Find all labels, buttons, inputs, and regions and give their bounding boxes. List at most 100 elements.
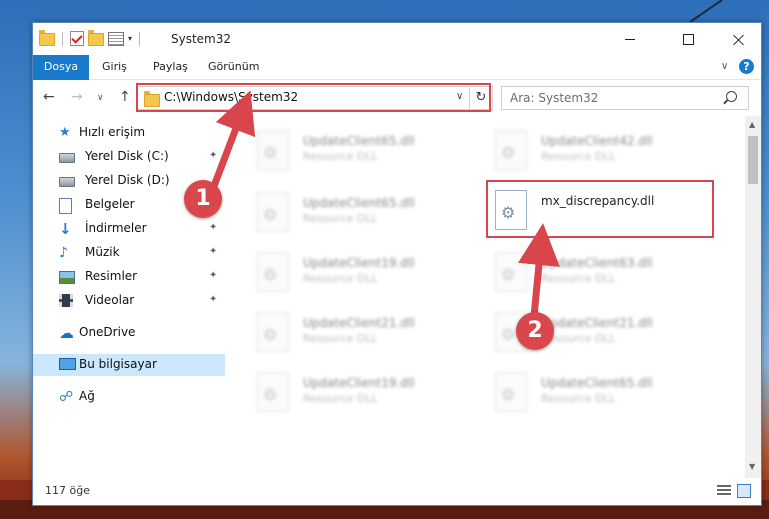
pin-icon[interactable]: ✦ (209, 270, 217, 281)
file-type: Resource DLL (303, 332, 378, 345)
item-count: 117 öğe (45, 484, 90, 497)
file-item[interactable]: UpdateClient65.dll Resource DLL (467, 368, 687, 420)
dll-file-icon (495, 372, 527, 412)
dll-file-icon (257, 252, 289, 292)
download-icon: ↓ (59, 220, 72, 238)
sidebar-item-downloads[interactable]: ↓ İndirmeler ✦ (33, 218, 225, 240)
customize-toolbar-icon[interactable]: ▾ (128, 34, 132, 43)
window-title: System32 (171, 32, 232, 46)
sidebar-item-network[interactable]: ☍ Ağ (33, 386, 225, 408)
file-type: Resource DLL (303, 150, 378, 163)
sidebar-item-videos[interactable]: Videolar ✦ (33, 290, 225, 312)
minimize-button[interactable] (607, 23, 653, 55)
file-type: Resource DLL (541, 150, 616, 163)
sidebar-item-label: Müzik (85, 245, 120, 259)
search-placeholder: Ara: System32 (510, 91, 599, 105)
file-name: UpdateClient19.dll (303, 376, 415, 390)
sidebar-item-label: Belgeler (85, 197, 135, 211)
scrollbar-thumb[interactable] (748, 136, 758, 184)
pin-icon[interactable]: ✦ (209, 294, 217, 305)
network-icon: ☍ (59, 389, 74, 405)
file-name: UpdateClient65.dll (541, 376, 653, 390)
quick-access-toolbar: ▾ (39, 30, 143, 46)
sidebar-item-label: Videolar (85, 293, 135, 307)
star-icon: ★ (59, 125, 71, 140)
disk-icon (59, 177, 75, 187)
tab-home[interactable]: Giriş (102, 55, 127, 79)
status-bar: 117 öğe (33, 478, 761, 505)
recent-locations-icon[interactable]: ∨ (97, 93, 104, 103)
file-type: Resource DLL (303, 212, 378, 225)
sidebar-item-onedrive[interactable]: ☁ OneDrive (33, 322, 225, 344)
sidebar-item-music[interactable]: ♪ Müzik ✦ (33, 242, 225, 264)
file-name: UpdateClient42.dll (541, 134, 653, 148)
file-highlight-box (486, 180, 714, 238)
step-2-badge: 2 (516, 312, 554, 350)
maximize-button[interactable] (665, 23, 711, 55)
dll-file-icon (257, 130, 289, 170)
file-type: Resource DLL (303, 392, 378, 405)
file-list: UpdateClient65.dll Resource DLL UpdateCl… (225, 116, 745, 478)
large-icons-view-icon[interactable] (737, 484, 751, 498)
document-icon (59, 198, 72, 214)
tab-share[interactable]: Paylaş (153, 55, 188, 79)
sidebar-item-label: Resimler (85, 269, 138, 283)
maximize-icon (682, 33, 694, 45)
file-item[interactable]: UpdateClient63.dll Resource DLL (467, 248, 687, 300)
file-item[interactable]: UpdateClient65.dll Resource DLL (229, 188, 449, 240)
file-name: UpdateClient63.dll (541, 256, 653, 270)
file-type: Resource DLL (303, 272, 378, 285)
back-arrow-icon[interactable]: ← (43, 89, 55, 105)
expand-ribbon-icon[interactable]: ∨ (721, 61, 728, 72)
dll-file-icon (495, 130, 527, 170)
properties-check-icon[interactable] (70, 31, 84, 46)
computer-icon (59, 358, 76, 370)
file-item[interactable]: UpdateClient42.dll Resource DLL (467, 126, 687, 178)
new-folder-icon[interactable] (88, 30, 104, 46)
search-input[interactable]: Ara: System32 (501, 86, 749, 110)
sidebar-item-label: Hızlı erişim (79, 125, 146, 139)
minimize-icon (625, 38, 635, 40)
pin-icon[interactable]: ✦ (209, 150, 217, 161)
sidebar-item-local-disk-c[interactable]: Yerel Disk (C:) ✦ (33, 146, 225, 168)
forward-arrow-icon[interactable]: → (71, 89, 83, 105)
sidebar-item-this-pc[interactable]: Bu bilgisayar (33, 354, 225, 376)
vertical-scrollbar[interactable]: ▲ ▼ (745, 116, 761, 478)
dll-file-icon (257, 312, 289, 352)
details-view-icon[interactable] (717, 485, 731, 497)
file-item[interactable]: UpdateClient65.dll Resource DLL (229, 126, 449, 178)
close-icon (733, 34, 744, 45)
file-type: Resource DLL (541, 392, 616, 405)
disk-icon (59, 153, 75, 163)
pictures-icon (59, 271, 75, 284)
scroll-down-icon[interactable]: ▼ (749, 462, 755, 471)
sidebar-item-label: Yerel Disk (C:) (85, 149, 169, 163)
tab-view[interactable]: Görünüm (208, 55, 259, 79)
videos-icon (59, 294, 73, 307)
cloud-icon: ☁ (59, 324, 74, 342)
file-name: UpdateClient19.dll (303, 256, 415, 270)
scroll-up-icon[interactable]: ▲ (749, 120, 755, 129)
view-options-icon[interactable] (108, 31, 124, 46)
file-type: Resource DLL (541, 272, 616, 285)
file-item[interactable]: UpdateClient19.dll Resource DLL (229, 248, 449, 300)
help-icon[interactable]: ? (739, 59, 754, 74)
file-item[interactable]: UpdateClient19.dll Resource DLL (229, 368, 449, 420)
dll-file-icon (257, 372, 289, 412)
sidebar-item-label: İndirmeler (85, 221, 147, 235)
sidebar-item-pictures[interactable]: Resimler ✦ (33, 266, 225, 288)
sidebar-item-quick-access[interactable]: ★ Hızlı erişim (33, 122, 225, 144)
close-button[interactable] (715, 23, 761, 55)
pin-icon[interactable]: ✦ (209, 246, 217, 257)
up-arrow-icon[interactable]: ↑ (119, 89, 131, 105)
ribbon-tabs: Dosya Giriş Paylaş Görünüm ∨ ? (33, 55, 761, 107)
file-item[interactable]: UpdateClient21.dll Resource DLL (229, 308, 449, 360)
file-item[interactable]: UpdateClient21.dll Resource DLL (467, 308, 687, 360)
folder-icon (39, 30, 55, 46)
search-icon[interactable] (726, 91, 737, 102)
file-name: UpdateClient21.dll (541, 316, 653, 330)
address-highlight-box (136, 83, 491, 112)
pin-icon[interactable]: ✦ (209, 222, 217, 233)
sidebar-item-label: Yerel Disk (D:) (85, 173, 170, 187)
sidebar-item-label: Ağ (79, 389, 95, 403)
